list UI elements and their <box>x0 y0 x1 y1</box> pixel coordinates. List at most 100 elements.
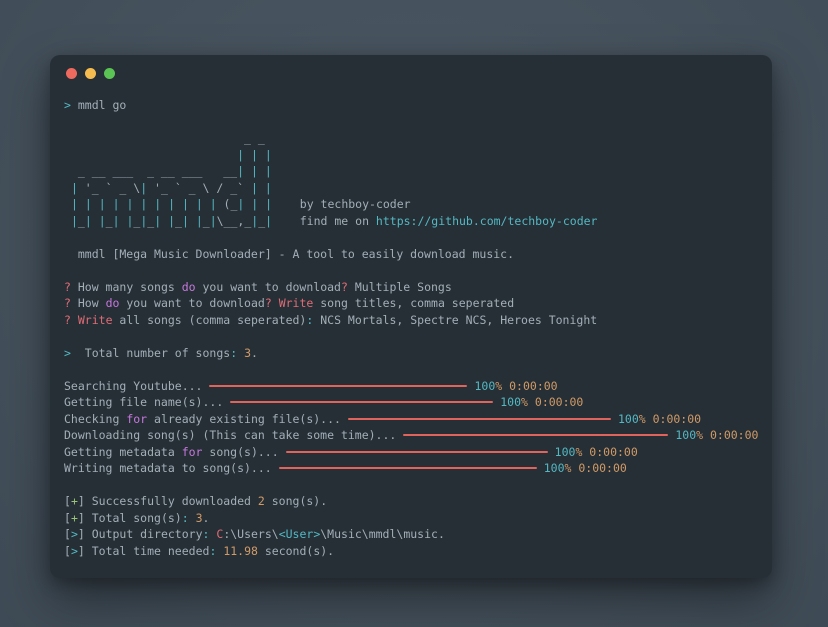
progress-percent-sign: % <box>565 460 572 477</box>
text-segment <box>147 196 154 213</box>
progress-bar <box>209 385 467 387</box>
text-segment <box>216 543 223 560</box>
summary-line: [+] Total song(s): 3. <box>64 510 758 527</box>
text-segment: for <box>126 411 147 428</box>
text-segment: second(s). <box>258 543 334 560</box>
progress-time: 0:00:00 <box>502 378 557 395</box>
text-segment: + <box>71 493 78 510</box>
progress-percent: 100 <box>675 427 696 444</box>
terminal-line <box>64 477 758 494</box>
text-segment: | <box>154 213 161 230</box>
ascii-logo-line: _ __ ___ _ __ ___ __| | | <box>64 163 758 180</box>
text-segment <box>244 196 251 213</box>
text-segment: song titles, comma seperated <box>313 295 514 312</box>
progress-bar <box>279 467 537 469</box>
progress-percent-sign: % <box>575 444 582 461</box>
text-segment: ? <box>341 279 348 296</box>
text-segment: | <box>265 180 272 197</box>
text-segment: > <box>64 345 71 362</box>
text-segment: | <box>265 196 272 213</box>
text-segment <box>258 147 265 164</box>
summary-line: [+] Successfully downloaded 2 song(s). <box>64 493 758 510</box>
text-segment: ] Total time needed <box>78 543 210 560</box>
text-segment: _ <box>78 213 85 230</box>
text-segment: do <box>182 279 196 296</box>
prompt-question-line: ? How many songs do you want to download… <box>64 279 758 296</box>
text-segment: Checking <box>64 411 126 428</box>
zoom-button[interactable] <box>104 68 115 79</box>
text-segment: : <box>209 543 216 560</box>
text-segment <box>175 196 182 213</box>
text-segment: | <box>71 213 78 230</box>
progress-line: Getting file name(s)...100% 0:00:00 <box>64 394 758 411</box>
text-segment: Write <box>78 312 113 329</box>
progress-percent-sign: % <box>639 411 646 428</box>
text-segment: 2 <box>258 493 265 510</box>
minimize-button[interactable] <box>85 68 96 79</box>
text-segment: [ <box>64 493 71 510</box>
text-segment: > <box>64 97 71 114</box>
progress-bar <box>403 434 668 436</box>
text-segment <box>209 526 216 543</box>
text-segment <box>64 477 71 494</box>
text-segment <box>64 180 71 197</box>
text-segment <box>64 328 71 345</box>
text-segment: _ __ ___ _ __ ___ __ <box>64 163 237 180</box>
text-segment: ] Output directory <box>78 526 203 543</box>
terminal-window: > mmdl go _ _ | | | _ __ ___ _ __ ___ __… <box>50 55 772 578</box>
progress-line: Searching Youtube...100% 0:00:00 <box>64 378 758 395</box>
close-button[interactable] <box>66 68 77 79</box>
text-segment <box>161 213 168 230</box>
text-segment: : <box>203 526 210 543</box>
text-segment: _ <box>175 213 182 230</box>
progress-percent: 100 <box>555 444 576 461</box>
text-segment: | <box>140 196 147 213</box>
text-segment <box>161 196 168 213</box>
progress-line: Downloading song(s) (This can take some … <box>64 427 758 444</box>
text-segment: | <box>126 196 133 213</box>
progress-bar <box>348 418 611 420</box>
text-segment: NCS Mortals, Spectre NCS, Heroes Tonight <box>313 312 597 329</box>
text-segment: + <box>71 510 78 527</box>
text-segment: | <box>182 213 189 230</box>
text-segment: _ <box>106 213 113 230</box>
text-segment: How <box>71 295 106 312</box>
ascii-logo-line: | '_ ` _ \| '_ ` _ \ / _` | | <box>64 180 758 197</box>
text-segment <box>258 180 265 197</box>
text-segment: song(s). <box>265 493 327 510</box>
text-segment <box>64 262 71 279</box>
text-segment: How many songs <box>71 279 182 296</box>
text-segment: | <box>71 196 78 213</box>
text-segment: | <box>237 163 244 180</box>
text-segment: \Music\mmdl\music. <box>320 526 445 543</box>
text-segment: | <box>265 213 272 230</box>
text-segment: _ _ <box>64 130 272 147</box>
text-segment: ? <box>64 312 71 329</box>
text-segment: Getting metadata <box>64 444 182 461</box>
text-segment <box>71 312 78 329</box>
text-segment <box>244 163 251 180</box>
progress-percent: 100 <box>474 378 495 395</box>
text-segment: | <box>140 180 147 197</box>
text-segment <box>64 361 71 378</box>
prompt-question-line: ? Write all songs (comma seperated): NCS… <box>64 312 758 329</box>
text-segment: | <box>168 196 175 213</box>
text-segment: by techboy-coder <box>272 196 410 213</box>
progress-line: Getting metadata for song(s)...100% 0:00… <box>64 444 758 461</box>
text-segment: > <box>71 526 78 543</box>
text-segment: . <box>203 510 210 527</box>
text-segment: mmdl go <box>71 97 126 114</box>
text-segment: ] Successfully downloaded <box>78 493 258 510</box>
text-segment: Write <box>279 295 314 312</box>
command-line: > mmdl go <box>64 97 758 114</box>
progress-percent-sign: % <box>521 394 528 411</box>
text-segment: | <box>85 196 92 213</box>
terminal-titlebar[interactable] <box>50 55 772 79</box>
text-segment: Searching Youtube... <box>64 378 202 395</box>
text-segment: ? <box>64 295 71 312</box>
text-segment <box>106 196 113 213</box>
terminal-output: > mmdl go _ _ | | | _ __ ___ _ __ ___ __… <box>50 79 772 559</box>
progress-time: 0:00:00 <box>703 427 758 444</box>
summary-line: [>] Output directory: C:\Users\<User>\Mu… <box>64 526 758 543</box>
text-segment: | <box>99 196 106 213</box>
